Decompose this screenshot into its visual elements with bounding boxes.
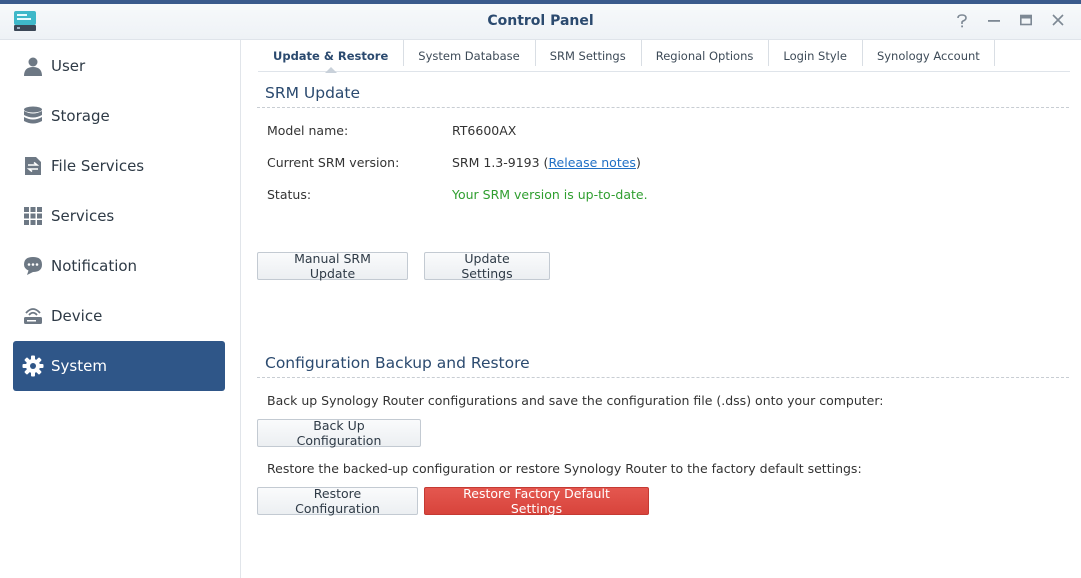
sidebar-item-label: File Services bbox=[51, 157, 145, 175]
backup-description: Back up Synology Router configurations a… bbox=[267, 393, 884, 408]
sidebar-item-services[interactable]: Services bbox=[13, 191, 225, 241]
sidebar-item-label: Storage bbox=[51, 107, 110, 125]
tab-label: Regional Options bbox=[655, 49, 754, 63]
sidebar-item-file-services[interactable]: File Services bbox=[13, 141, 225, 191]
maximize-button[interactable] bbox=[1017, 12, 1035, 30]
minimize-icon bbox=[988, 20, 1000, 22]
tab-update-restore[interactable]: Update & Restore bbox=[258, 40, 403, 73]
srm-version-value: SRM 1.3-9193 (Release notes) bbox=[452, 155, 641, 170]
status-value: Your SRM version is up-to-date. bbox=[452, 187, 648, 202]
srm-update-section-title: SRM Update bbox=[257, 84, 1069, 108]
restore-description: Restore the backed-up configuration or r… bbox=[267, 461, 862, 476]
close-button[interactable] bbox=[1049, 12, 1067, 30]
window-title: Control Panel bbox=[487, 13, 594, 29]
tab-label: Login Style bbox=[783, 49, 847, 63]
window-controls bbox=[953, 12, 1067, 30]
gear-icon bbox=[22, 355, 44, 377]
update-settings-button[interactable]: Update Settings bbox=[424, 251, 550, 281]
sidebar-item-user[interactable]: User bbox=[13, 41, 225, 91]
tab-label: SRM Settings bbox=[549, 49, 626, 63]
sidebar-item-label: Notification bbox=[51, 257, 138, 275]
sidebar-item-storage[interactable]: Storage bbox=[13, 91, 225, 141]
restore-configuration-button[interactable]: Restore Configuration bbox=[257, 486, 418, 516]
control-panel-window: Control Panel User Storage File Services… bbox=[0, 0, 1081, 578]
maximize-icon bbox=[1020, 14, 1032, 26]
srm-version-suffix: ) bbox=[635, 155, 641, 170]
tab-bar: Update & Restore System Database SRM Set… bbox=[258, 40, 1070, 73]
backup-section-title: Configuration Backup and Restore bbox=[257, 354, 1069, 378]
tab-login-style[interactable]: Login Style bbox=[768, 40, 862, 72]
sidebar-item-notification[interactable]: Notification bbox=[13, 241, 225, 291]
user-icon bbox=[22, 55, 44, 77]
model-name-value: RT6600AX bbox=[452, 123, 517, 138]
sidebar-item-label: Device bbox=[51, 307, 103, 325]
sidebar-item-system[interactable]: System bbox=[13, 341, 225, 391]
title-bar: Control Panel bbox=[0, 4, 1081, 40]
back-up-configuration-button[interactable]: Back Up Configuration bbox=[257, 418, 421, 448]
tab-system-database[interactable]: System Database bbox=[403, 40, 534, 72]
close-icon bbox=[1052, 14, 1064, 26]
tab-srm-settings[interactable]: SRM Settings bbox=[534, 40, 641, 72]
tab-label: Synology Account bbox=[876, 49, 980, 63]
sidebar-item-label: Services bbox=[51, 207, 115, 225]
help-icon bbox=[957, 14, 967, 28]
sidebar-item-device[interactable]: Device bbox=[13, 291, 225, 341]
help-button[interactable] bbox=[953, 12, 971, 30]
chat-bubble-icon bbox=[22, 255, 44, 277]
storage-icon bbox=[22, 105, 44, 127]
srm-version-label: Current SRM version: bbox=[267, 155, 400, 170]
status-label: Status: bbox=[267, 187, 312, 202]
file-services-icon bbox=[22, 155, 44, 177]
active-tab-caret bbox=[324, 67, 337, 73]
sidebar-item-label: System bbox=[51, 357, 107, 375]
srm-version-text: SRM 1.3-9193 ( bbox=[452, 155, 549, 170]
tab-label: Update & Restore bbox=[273, 49, 389, 63]
tab-label: System Database bbox=[418, 49, 520, 63]
router-icon bbox=[22, 305, 44, 327]
tab-regional-options[interactable]: Regional Options bbox=[640, 40, 769, 72]
grid-icon bbox=[22, 205, 44, 227]
model-name-label: Model name: bbox=[267, 123, 349, 138]
sidebar-item-label: User bbox=[51, 57, 86, 75]
restore-factory-default-button[interactable]: Restore Factory Default Settings bbox=[424, 486, 649, 516]
release-notes-link[interactable]: Release notes bbox=[548, 155, 636, 170]
manual-srm-update-button[interactable]: Manual SRM Update bbox=[257, 251, 408, 281]
tab-synology-account[interactable]: Synology Account bbox=[861, 40, 995, 72]
sidebar: User Storage File Services Services Noti… bbox=[0, 40, 241, 578]
minimize-button[interactable] bbox=[985, 12, 1003, 30]
